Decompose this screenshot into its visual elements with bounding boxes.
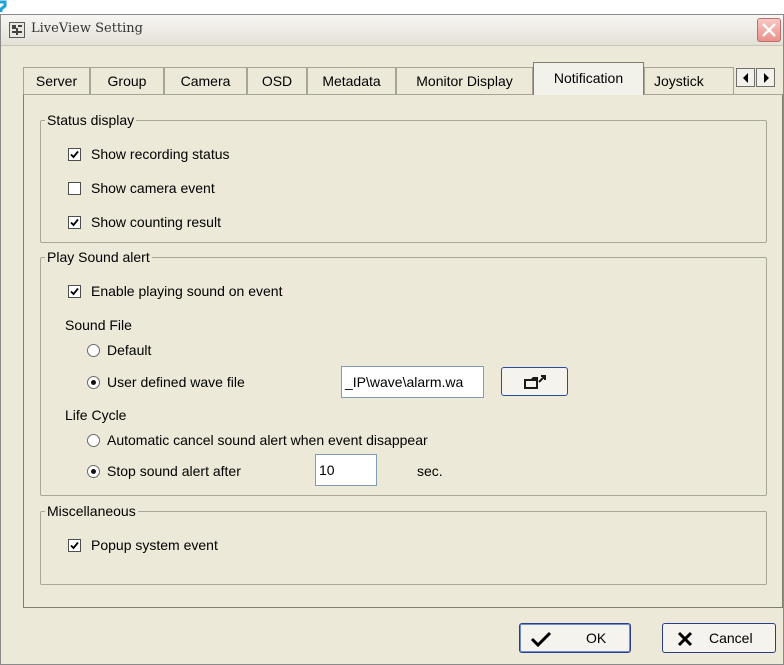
show-counting-result-checkbox[interactable] (68, 216, 81, 229)
ok-label: OK (586, 630, 607, 646)
tab-camera[interactable]: Camera (164, 67, 247, 94)
show-recording-status-label: Show recording status (91, 146, 230, 162)
default-sound-radio[interactable] (87, 344, 100, 357)
show-counting-result-label: Show counting result (91, 214, 221, 230)
tab-group[interactable]: Group (90, 67, 164, 94)
stop-after-radio[interactable] (87, 465, 100, 478)
corner-accent (0, 0, 7, 12)
app-icon (9, 22, 25, 38)
scroll-right-icon (764, 73, 769, 83)
tab-scroll-right-button[interactable] (756, 68, 775, 87)
stop-after-label: Stop sound alert after (107, 463, 241, 479)
checkmark-icon (70, 150, 79, 159)
title-bar: LiveView Setting (1, 15, 783, 46)
show-recording-status-checkbox[interactable] (68, 148, 81, 161)
checkmark-icon (70, 541, 79, 550)
tab-notification[interactable]: Notification (533, 62, 644, 95)
checkmark-icon (70, 287, 79, 296)
show-camera-event-label: Show camera event (91, 180, 215, 196)
x-icon (677, 631, 693, 647)
close-icon (762, 23, 776, 37)
stop-after-unit: sec. (417, 463, 443, 479)
liveview-setting-dialog: LiveView Setting Server Group Camera OSD… (0, 14, 784, 665)
checkmark-icon (530, 631, 552, 647)
notification-tab-panel: Status display Show recording status Sho… (23, 94, 783, 608)
folder-open-icon (524, 375, 546, 389)
miscellaneous-title: Miscellaneous (45, 502, 138, 520)
auto-cancel-label: Automatic cancel sound alert when event … (107, 432, 428, 448)
show-camera-event-checkbox[interactable] (68, 182, 81, 195)
enable-playing-sound-checkbox[interactable] (68, 285, 81, 298)
user-defined-wave-label: User defined wave file (107, 374, 245, 390)
stop-after-seconds-input[interactable]: 10 (315, 454, 377, 486)
auto-cancel-radio[interactable] (87, 434, 100, 447)
play-sound-alert-group: Play Sound alert Enable playing sound on… (40, 248, 767, 496)
status-display-title: Status display (45, 111, 137, 129)
status-display-group: Status display Show recording status Sho… (40, 111, 767, 243)
tab-scroll-left-button[interactable] (736, 68, 755, 87)
popup-system-event-label: Popup system event (91, 537, 218, 553)
enable-playing-sound-label: Enable playing sound on event (91, 283, 283, 299)
checkmark-icon (70, 218, 79, 227)
user-defined-wave-radio[interactable] (87, 376, 100, 389)
tab-monitor-display[interactable]: Monitor Display (396, 67, 533, 94)
browse-wave-file-button[interactable] (501, 367, 568, 396)
tab-server[interactable]: Server (23, 67, 90, 94)
popup-system-event-checkbox[interactable] (68, 539, 81, 552)
close-button[interactable] (757, 18, 781, 42)
window-title: LiveView Setting (31, 21, 143, 36)
tab-joystick[interactable]: Joystick (644, 67, 734, 94)
cancel-label: Cancel (709, 630, 753, 646)
scroll-left-icon (743, 73, 748, 83)
tab-metadata[interactable]: Metadata (307, 67, 396, 94)
life-cycle-label: Life Cycle (65, 407, 127, 423)
cancel-button[interactable]: Cancel (662, 623, 776, 653)
ok-button[interactable]: OK (519, 623, 631, 653)
default-sound-label: Default (107, 342, 152, 358)
sound-file-label: Sound File (65, 317, 132, 333)
play-sound-alert-title: Play Sound alert (45, 248, 152, 266)
miscellaneous-group: Miscellaneous Popup system event (40, 502, 767, 585)
tab-osd[interactable]: OSD (247, 67, 307, 94)
wave-file-path-input[interactable]: _IP\wave\alarm.wa (341, 366, 484, 398)
